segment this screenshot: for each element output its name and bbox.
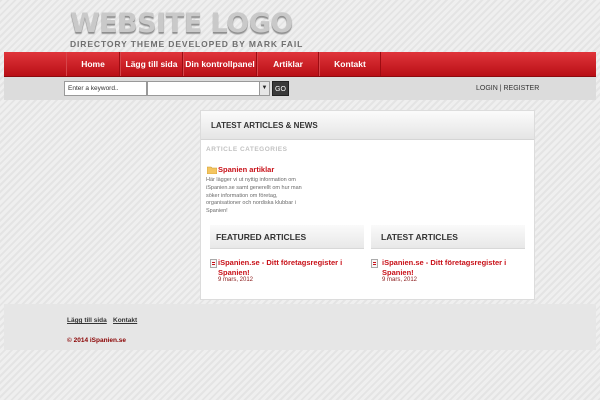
featured-articles-title: FEATURED ARTICLES	[216, 232, 307, 242]
latest-articles-title: LATEST ARTICLES	[381, 232, 458, 242]
main-nav: Home Lägg till sida Din kontrollpanel Ar…	[4, 52, 596, 77]
panel-title: LATEST ARTICLES & NEWS	[211, 121, 318, 130]
featured-articles-header: FEATURED ARTICLES	[210, 225, 364, 249]
nav-item-home[interactable]: Home	[66, 52, 120, 76]
article-categories-heading: ARTICLE CATEGORIES	[206, 146, 288, 153]
nav-item-contact[interactable]: Kontakt	[319, 52, 381, 76]
featured-article-title[interactable]: iSpanien.se - Ditt företagsregister i Sp…	[218, 258, 358, 277]
footer-link-contact[interactable]: Kontakt	[113, 317, 137, 324]
chevron-down-icon[interactable]: ▼	[259, 82, 269, 95]
article-icon	[371, 259, 378, 268]
panel-header: LATEST ARTICLES & NEWS	[201, 111, 534, 140]
latest-articles-panel: LATEST ARTICLES & NEWS ARTICLE CATEGORIE…	[200, 110, 535, 300]
featured-article-date: 9 mars, 2012	[218, 277, 254, 283]
footer: Lägg till sida Kontakt © 2014 iSpanien.s…	[4, 304, 596, 350]
login-register-links[interactable]: LOGIN | REGISTER	[476, 85, 539, 92]
keyword-search-input[interactable]	[64, 81, 147, 96]
nav-item-control-panel[interactable]: Din kontrollpanel	[183, 52, 257, 76]
latest-article-title[interactable]: iSpanien.se - Ditt företagsregister i Sp…	[382, 258, 522, 277]
article-icon	[210, 259, 217, 268]
latest-article-date: 9 mars, 2012	[382, 277, 418, 283]
logo-tagline: DIRECTORY THEME DEVELOPED BY MARK FAIL	[70, 39, 304, 49]
category-description: Här lägger vi ut nyttig information om i…	[206, 177, 302, 215]
footer-link-add-page[interactable]: Lägg till sida	[67, 317, 107, 324]
search-go-button[interactable]: GO	[272, 81, 289, 96]
latest-articles-header: LATEST ARTICLES	[371, 225, 525, 249]
search-bar: ▼ GO LOGIN | REGISTER	[4, 77, 596, 100]
category-select[interactable]: ▼	[147, 81, 270, 96]
category-link[interactable]: Spanien artiklar	[218, 165, 274, 174]
site-logo[interactable]: WEBSITE LOGO DIRECTORY THEME DEVELOPED B…	[70, 10, 304, 50]
nav-item-articles[interactable]: Artiklar	[257, 52, 319, 76]
copyright-text: © 2014 iSpanien.se	[67, 337, 126, 344]
nav-item-add-page[interactable]: Lägg till sida	[120, 52, 183, 76]
header: WEBSITE LOGO DIRECTORY THEME DEVELOPED B…	[0, 0, 600, 52]
folder-icon	[207, 166, 217, 174]
logo-text[interactable]: WEBSITE LOGO	[70, 10, 303, 38]
